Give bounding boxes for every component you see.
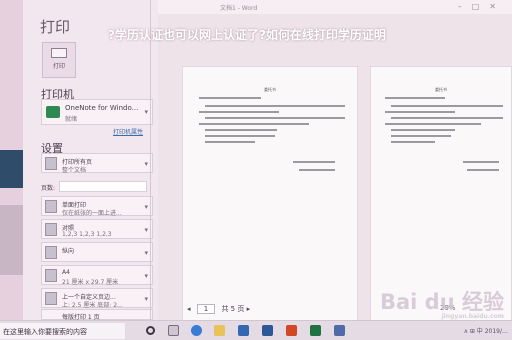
total-pages-label: 共 5 页 bbox=[221, 305, 245, 313]
chevron-down-icon: ▾ bbox=[144, 272, 148, 280]
page-icon bbox=[45, 200, 57, 213]
start-icon[interactable] bbox=[146, 326, 155, 335]
left-strip-band-2 bbox=[0, 205, 23, 275]
chevron-down-icon: ▾ bbox=[144, 160, 148, 168]
taskbar: 在这里输入你要搜索的内容 ∧ ⊞ 中 2019/… bbox=[0, 320, 512, 340]
page-navigator: ◂ 1 共 5 页 ▸ bbox=[187, 304, 250, 314]
baidu-watermark: Bai du 经验 jingyan.baidu.com bbox=[380, 290, 504, 320]
panel-divider bbox=[150, 0, 151, 320]
pages-row: 页数: bbox=[41, 181, 153, 193]
excel-icon[interactable] bbox=[310, 325, 321, 336]
setting-print-range[interactable]: 打印所有页 整个文档 ▾ bbox=[41, 153, 153, 174]
setting-pages-per-sheet[interactable]: 每版打印 1 页 bbox=[41, 309, 153, 321]
preview-page-title: 委托书 bbox=[264, 87, 276, 92]
pages-input[interactable] bbox=[59, 181, 147, 192]
print-button[interactable]: 打印 bbox=[42, 42, 76, 78]
print-preview: 委托书 委托书 bbox=[158, 14, 512, 331]
pages-label: 页数: bbox=[41, 185, 56, 192]
page-icon bbox=[45, 292, 57, 305]
printer-icon bbox=[51, 48, 67, 58]
printer-name: OneNote for Windo... bbox=[65, 104, 139, 112]
taskview-icon[interactable] bbox=[168, 325, 179, 336]
chevron-down-icon: ▾ bbox=[144, 295, 148, 303]
page-icon bbox=[45, 157, 57, 170]
print-panel: 打印 打印 打印机 OneNote for Windo... 就绪 ▾ 打印机属… bbox=[23, 0, 158, 321]
next-page-button[interactable]: ▸ bbox=[247, 305, 251, 313]
left-ribbon-strip bbox=[0, 0, 23, 320]
mail-icon[interactable] bbox=[238, 325, 249, 336]
onenote-icon bbox=[46, 106, 60, 118]
page-icon bbox=[45, 269, 57, 282]
print-button-label: 打印 bbox=[52, 63, 65, 70]
chevron-down-icon: ▾ bbox=[144, 249, 148, 257]
preview-page-title: 委托书 bbox=[435, 87, 447, 92]
system-tray[interactable]: ∧ ⊞ 中 2019/… bbox=[464, 326, 508, 335]
app-icon[interactable] bbox=[334, 325, 345, 336]
printer-properties-link[interactable]: 打印机属性 bbox=[113, 127, 143, 136]
left-strip-band bbox=[0, 150, 23, 188]
chevron-down-icon: ▾ bbox=[144, 203, 148, 211]
folder-icon[interactable] bbox=[214, 325, 225, 336]
preview-page-1: 委托书 bbox=[182, 66, 358, 331]
chevron-down-icon: ▾ bbox=[144, 108, 148, 116]
setting-sides[interactable]: 单面打印 仅在纸张的一面上进... ▾ bbox=[41, 196, 153, 217]
powerpoint-icon[interactable] bbox=[286, 325, 297, 336]
article-headline: ?学历认证也可以网上认证了?如何在线打印学历证明 bbox=[108, 28, 410, 42]
print-panel-title: 打印 bbox=[40, 18, 71, 36]
window-titlebar: 文档1 - Word –□✕ bbox=[150, 0, 512, 14]
setting-margins[interactable]: 上一个自定义页边... 上: 2.5 厘米 底部: 2... ▾ bbox=[41, 288, 153, 309]
printer-select[interactable]: OneNote for Windo... 就绪 ▾ bbox=[41, 99, 153, 125]
page-icon bbox=[45, 223, 57, 236]
chevron-down-icon: ▾ bbox=[144, 226, 148, 234]
setting-orientation[interactable]: 纵向 ▾ bbox=[41, 242, 153, 262]
printer-status: 就绪 bbox=[65, 116, 78, 123]
edge-icon[interactable] bbox=[191, 325, 202, 336]
taskbar-search-input[interactable]: 在这里输入你要搜索的内容 bbox=[0, 323, 125, 339]
setting-paper-size[interactable]: A4 21 厘米 x 29.7 厘米 ▾ bbox=[41, 265, 153, 286]
word-icon[interactable] bbox=[262, 325, 273, 336]
prev-page-button[interactable]: ◂ bbox=[187, 305, 191, 313]
page-icon bbox=[45, 246, 57, 259]
window-controls[interactable]: –□✕ bbox=[458, 2, 506, 11]
window-title: 文档1 - Word bbox=[220, 5, 258, 12]
current-page-input[interactable]: 1 bbox=[196, 304, 216, 314]
setting-collate[interactable]: 对照 1,2,3 1,2,3 1,2,3 ▾ bbox=[41, 219, 153, 239]
